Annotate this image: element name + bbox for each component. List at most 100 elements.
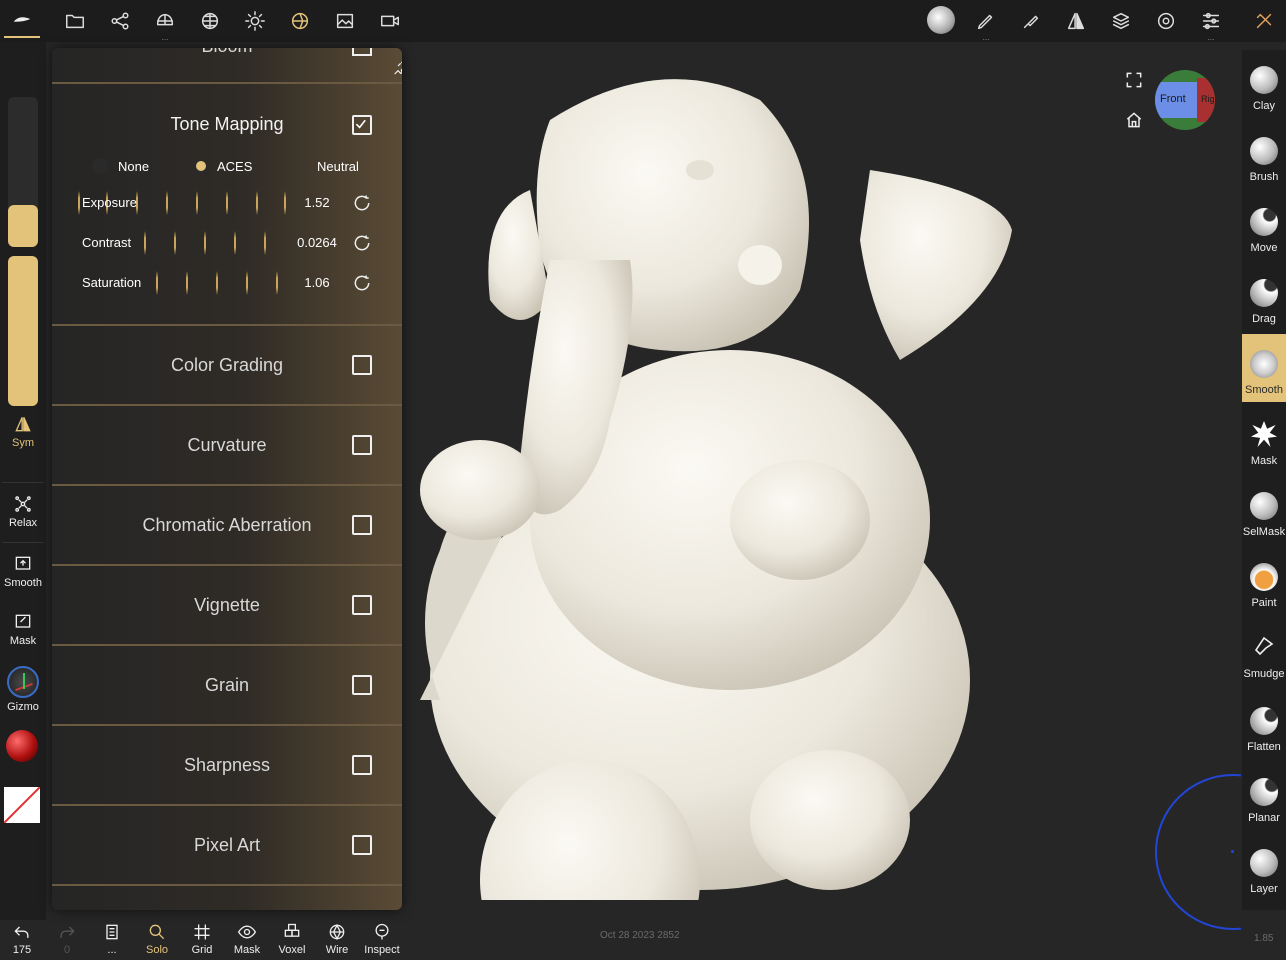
tool-planar[interactable]: Planar — [1242, 762, 1286, 830]
pin-icon[interactable] — [392, 60, 402, 76]
exposure-reset-icon[interactable] — [352, 193, 372, 213]
tool-smooth[interactable]: Smooth — [1242, 334, 1286, 402]
mask-toggle-label: Mask — [233, 944, 261, 956]
tool-drag-label: Drag — [1252, 313, 1276, 325]
color-swatch-button[interactable] — [4, 787, 40, 823]
redo-button[interactable]: 0 — [45, 922, 89, 956]
material-ball-button[interactable] — [6, 730, 38, 762]
voxel-button[interactable]: Voxel — [270, 922, 314, 956]
wire-button[interactable]: Wire — [315, 922, 359, 956]
curvature-section[interactable]: Curvature — [52, 406, 402, 486]
tool-flatten-label: Flatten — [1247, 741, 1281, 753]
symmetry-icon[interactable] — [1058, 3, 1094, 39]
color-grading-section[interactable]: Color Grading — [52, 326, 402, 406]
contrast-label: Contrast — [82, 235, 132, 250]
sharpness-checkbox[interactable] — [352, 755, 372, 775]
vignette-checkbox[interactable] — [352, 595, 372, 615]
relax-button[interactable]: Relax — [0, 494, 46, 529]
mode-none-option[interactable]: None — [92, 156, 149, 176]
mask-button[interactable]: Mask — [0, 612, 46, 647]
scene-tree-icon[interactable] — [102, 3, 138, 39]
material-icon[interactable] — [282, 3, 318, 39]
paint-icon[interactable]: ... — [968, 3, 1004, 42]
view-cube[interactable]: Front Rig — [1155, 70, 1215, 130]
color-grading-checkbox[interactable] — [352, 355, 372, 375]
exposure-slider[interactable]: Exposure 1.52 — [76, 188, 370, 218]
contrast-value[interactable]: 0.0264 — [282, 235, 352, 250]
sharpness-title: Sharpness — [183, 754, 271, 775]
mode-aces-option[interactable]: ACES — [193, 156, 252, 176]
sym-button[interactable]: Sym — [0, 414, 46, 449]
saturation-slider[interactable]: Saturation 1.06 — [76, 268, 370, 298]
intensity-slider[interactable] — [8, 256, 38, 406]
radius-slider-fill — [8, 205, 38, 247]
tool-mask[interactable]: Mask — [1242, 405, 1286, 473]
undo-button[interactable]: 175 — [0, 922, 44, 956]
vignette-section[interactable]: Vignette — [52, 566, 402, 646]
inspect-button[interactable]: Inspect — [360, 922, 404, 956]
undo-count: 175 — [12, 944, 32, 956]
pixel-art-checkbox[interactable] — [352, 835, 372, 855]
grain-section[interactable]: Grain — [52, 646, 402, 726]
mode-neutral-label: Neutral — [317, 158, 359, 174]
curvature-checkbox[interactable] — [352, 435, 372, 455]
postprocess-panel: Bloom Tone Mapping None ACES Neutral Exp… — [52, 48, 402, 910]
chromatic-aberration-checkbox[interactable] — [352, 515, 372, 535]
tool-flatten[interactable]: Flatten — [1242, 691, 1286, 759]
tone-mapping-checkbox[interactable] — [352, 115, 372, 135]
light-icon[interactable] — [237, 3, 273, 39]
image-icon[interactable] — [327, 3, 363, 39]
layers-icon[interactable] — [1103, 3, 1139, 39]
tool-drag[interactable]: Drag — [1242, 263, 1286, 331]
radius-slider[interactable] — [8, 97, 38, 247]
view-cube-right-label: Rig — [1201, 94, 1215, 104]
mask-toggle-button[interactable]: Mask — [225, 922, 269, 956]
tool-layer[interactable]: Layer — [1242, 833, 1286, 901]
tools-icon[interactable] — [1246, 3, 1282, 39]
sliders-icon[interactable]: ... — [1193, 3, 1229, 42]
gizmo-button[interactable]: Gizmo — [0, 666, 46, 713]
home-icon[interactable] — [1124, 110, 1144, 130]
saturation-reset-icon[interactable] — [352, 273, 372, 293]
saturation-value[interactable]: 1.06 — [282, 275, 352, 290]
tool-brush[interactable]: Brush — [1242, 121, 1286, 189]
bloom-checkbox[interactable] — [352, 48, 372, 56]
wire-label: Wire — [325, 944, 349, 956]
pixel-art-section[interactable]: Pixel Art — [52, 806, 402, 886]
smooth-button[interactable]: Smooth — [0, 554, 46, 589]
video-icon[interactable] — [372, 3, 408, 39]
clay-icon — [1250, 66, 1278, 94]
tool-move[interactable]: Move — [1242, 192, 1286, 260]
mode-neutral-option[interactable]: Neutral — [317, 156, 359, 176]
tool-paint[interactable]: Paint — [1242, 547, 1286, 615]
left-sidebar: Sym Relax Smooth Mask Gizmo — [0, 42, 46, 920]
view-cube-front-label: Front — [1160, 93, 1186, 105]
tool-clay[interactable]: Clay — [1242, 50, 1286, 118]
folder-icon[interactable] — [57, 3, 93, 39]
vignette-title: Vignette — [194, 594, 260, 615]
relax-label: Relax — [8, 517, 38, 529]
layer-icon — [1250, 849, 1278, 877]
solo-button[interactable]: Solo — [135, 922, 179, 956]
stroke-icon[interactable] — [1013, 3, 1049, 39]
settings-icon[interactable] — [1148, 3, 1184, 39]
tool-smudge[interactable]: Smudge — [1242, 618, 1286, 686]
tool-selmask[interactable]: SelMask — [1242, 476, 1286, 544]
flatten-icon — [1250, 707, 1278, 735]
grid-button[interactable]: Grid — [180, 922, 224, 956]
grain-checkbox[interactable] — [352, 675, 372, 695]
sharpness-section[interactable]: Sharpness — [52, 726, 402, 806]
contrast-slider[interactable]: Contrast 0.0264 — [76, 228, 370, 258]
topology-icon[interactable] — [192, 3, 228, 39]
brush-preview-icon[interactable] — [923, 2, 959, 38]
history-label: ... — [107, 944, 117, 956]
contrast-reset-icon[interactable] — [352, 233, 372, 253]
app-logo-icon[interactable] — [4, 2, 40, 38]
chromatic-aberration-section[interactable]: Chromatic Aberration — [52, 486, 402, 566]
fullscreen-icon[interactable] — [1124, 70, 1144, 90]
history-button[interactable]: ... — [90, 922, 134, 956]
exposure-value[interactable]: 1.52 — [282, 195, 352, 210]
exposure-label: Exposure — [82, 195, 137, 210]
mesh-icon[interactable]: ... — [147, 3, 183, 42]
bloom-section-partial: Bloom — [52, 48, 402, 84]
